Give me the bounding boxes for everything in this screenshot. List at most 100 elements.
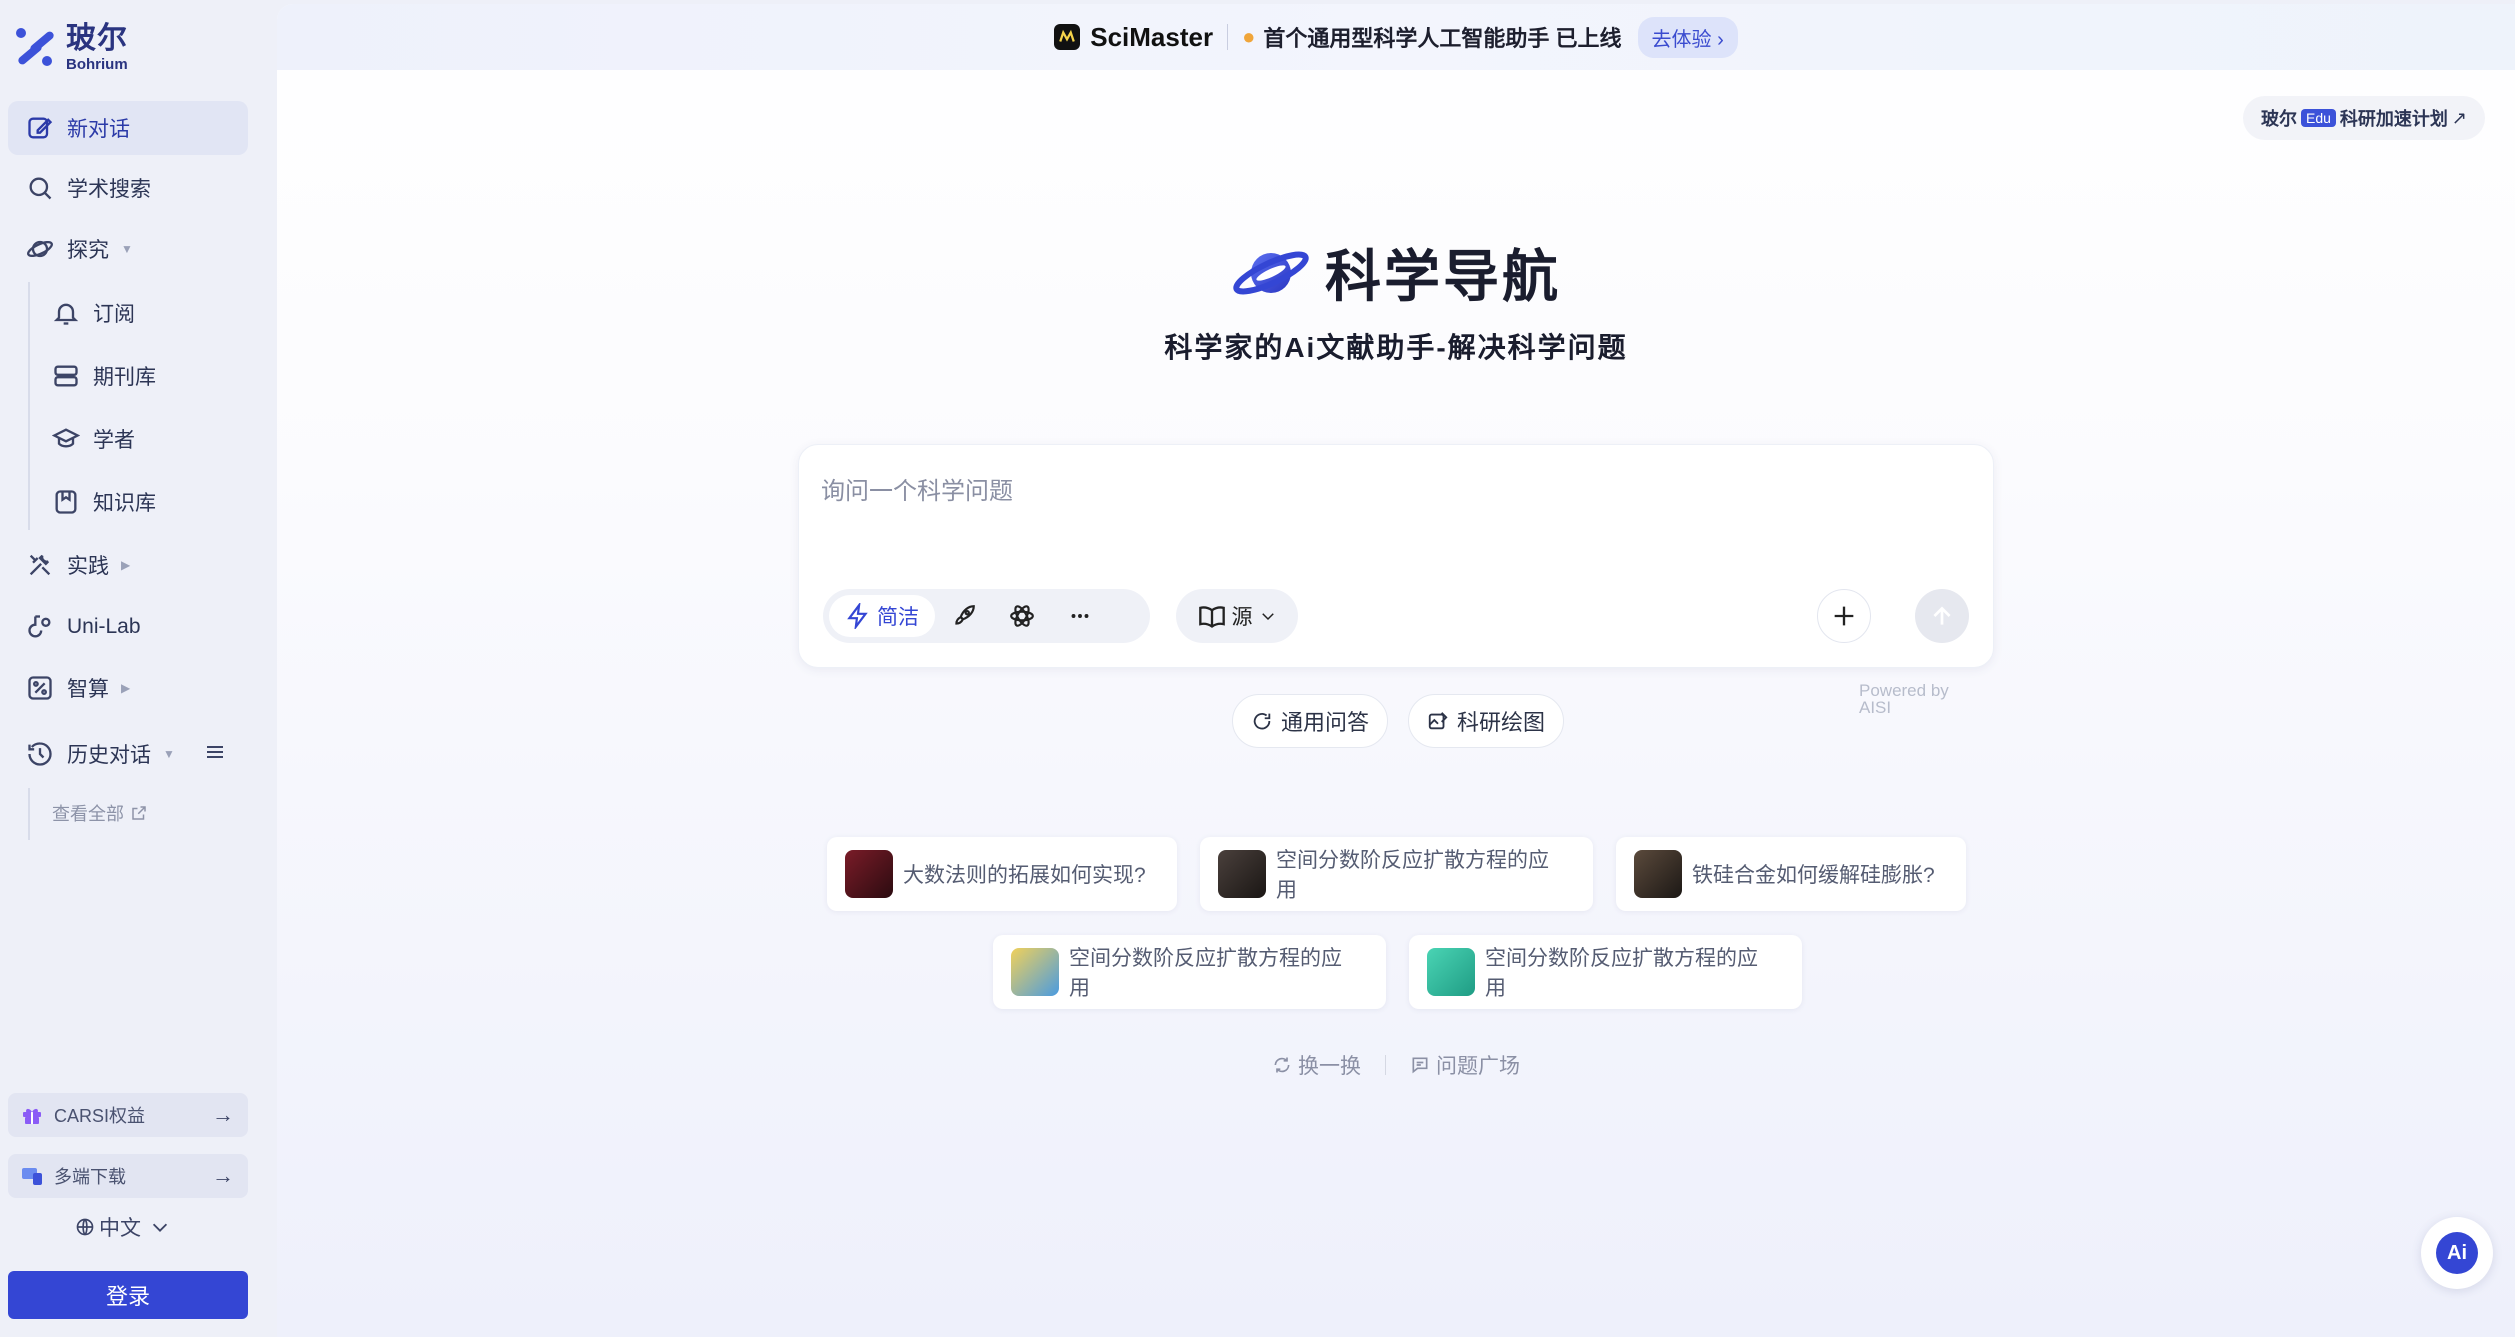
arrow-up-right-icon: ↗ [2451,107,2467,128]
sidebar-item-label: 新对话 [67,118,130,141]
sidebar-item-knowledge-base[interactable]: 知识库 [34,475,248,529]
edu-program-link[interactable]: 玻尔 Edu 科研加速计划 ↗ [2242,96,2485,140]
hero-title-text: 科学导航 [1325,245,1561,308]
hero-title: 科学导航 [277,232,2515,313]
powered-by-label: Powered by AISI [1859,681,1949,717]
suggested-question-card[interactable]: 空间分数阶反应扩散方程的应用 [1200,837,1593,911]
send-button[interactable] [1915,589,1969,643]
bell-icon [53,303,79,325]
language-selector[interactable]: 中文 [75,1212,171,1242]
question-thumbnail [1634,850,1682,898]
bohrium-logo-icon [14,24,58,72]
tools-icon [29,554,51,576]
sidebar-item-label: Uni-Lab [67,615,141,638]
divider [1385,1055,1386,1075]
mode-selector: 简洁 [823,589,1150,643]
suggested-question-card[interactable]: 空间分数阶反应扩散方程的应用 [993,935,1386,1009]
question-thumbnail [1011,948,1059,996]
chip-research-drawing[interactable]: 科研绘图 [1408,694,1565,748]
sidebar-item-new-chat[interactable]: 新对话 [8,101,248,155]
arrow-right-icon: → [212,1163,234,1188]
ai-assistant-fab[interactable]: Ai [2421,1217,2493,1289]
view-all-link[interactable]: 查看全部 [52,800,148,826]
suggested-question-card[interactable]: 大数法则的拓展如何实现? [827,837,1177,911]
banner-text: 首个通用型科学人工智能助手 已上线 [1263,26,1622,51]
sidebar-item-compute[interactable]: 智算 ▶ [8,661,248,715]
image-edit-icon [1428,712,1448,730]
sidebar-item-label: 学者 [93,429,135,452]
ai-icon: Ai [2436,1232,2478,1274]
question-actions: 换一换 问题广场 [277,1050,2515,1080]
chevron-down-icon [152,1223,168,1232]
sidebar: 玻尔 Bohrium 新对话 学术搜索 探究 ▼ 订阅 期刊库 学者 知识库 实… [0,0,277,1337]
carsi-benefits-button[interactable]: CARSI权益 → [8,1093,248,1137]
chevron-right-icon: ▶ [121,558,131,572]
stack-icon [54,365,78,387]
sidebar-item-label: 学术搜索 [67,178,151,201]
chip-general-qa[interactable]: 通用问答 [1232,694,1389,748]
scimaster-logo-icon [1054,24,1081,50]
suggested-question-card[interactable]: 空间分数阶反应扩散方程的应用 [1409,935,1802,1009]
book-icon [55,490,77,514]
sidebar-item-practice[interactable]: 实践 ▶ [8,538,248,592]
globe-icon [76,1218,94,1236]
suggested-question-card[interactable]: 铁硅合金如何缓解硅膨胀? [1616,837,1966,911]
lightning-icon [847,603,868,629]
refresh-questions-button[interactable]: 换一换 [1272,1050,1361,1080]
sidebar-item-unilab[interactable]: Uni-Lab [8,600,248,654]
more-options-button[interactable] [1051,595,1109,637]
login-button[interactable]: 登录 [8,1271,248,1319]
ellipsis-icon [1071,614,1089,618]
sidebar-item-label: 历史对话 [67,744,151,767]
question-input[interactable] [821,471,1971,551]
refresh-chat-icon [1253,712,1271,730]
mode-deep-button[interactable] [935,595,993,637]
arrow-right-icon: → [212,1102,234,1127]
atom-icon [1010,605,1034,627]
sidebar-item-label: 探究 [67,239,109,262]
rocket-icon [955,605,975,625]
plus-icon [1834,606,1854,626]
banner-try-button[interactable]: 去体验 › [1637,16,1738,58]
edu-badge: Edu [2300,109,2336,127]
source-selector[interactable]: 源 [1176,589,1298,643]
search-icon [29,177,52,200]
sidebar-item-label: 智算 [67,678,109,701]
sidebar-item-label: 订阅 [93,303,135,326]
chevron-down-icon: ▼ [121,242,133,256]
question-thumbnail [1218,850,1266,898]
question-thumbnail [1427,948,1475,996]
mode-research-button[interactable] [993,595,1051,637]
tree-line [28,282,30,530]
sidebar-item-subscribe[interactable]: 订阅 [34,286,248,340]
question-square-link[interactable]: 问题广场 [1410,1050,1520,1080]
history-icon [28,742,52,766]
sidebar-item-journals[interactable]: 期刊库 [34,349,248,403]
sidebar-item-academic-search[interactable]: 学术搜索 [8,161,248,215]
add-attachment-button[interactable] [1817,589,1871,643]
sidebar-item-explore[interactable]: 探究 ▼ [8,222,248,276]
main-panel: SciMaster ● 首个通用型科学人工智能助手 已上线 去体验 › 玻尔 E… [277,4,2515,1337]
mode-concise-button[interactable]: 简洁 [829,595,935,637]
sidebar-item-label: 期刊库 [93,366,156,389]
menu-icon[interactable] [205,742,225,762]
announcement-banner[interactable]: SciMaster ● 首个通用型科学人工智能助手 已上线 去体验 › [277,4,2515,70]
sidebar-item-label: 知识库 [93,492,156,515]
sidebar-item-scholars[interactable]: 学者 [34,412,248,466]
external-link-icon [132,806,146,820]
gift-icon [23,1108,41,1124]
graduation-cap-icon [52,428,80,448]
brand-logo[interactable]: 玻尔 Bohrium [14,24,128,72]
brand-name-en: Bohrium [66,56,128,73]
chevron-down-icon [1261,613,1274,621]
banner-divider [1227,24,1229,50]
percent-icon [28,676,52,700]
book-open-icon [1198,606,1225,628]
chevron-down-icon: ▼ [163,747,175,761]
edit-icon [28,117,53,139]
devices-icon [22,1168,42,1185]
multi-device-download-button[interactable]: 多端下载 → [8,1154,248,1198]
comment-icon [1412,1057,1428,1074]
planet-icon [27,240,53,258]
hero-subtitle: 科学家的Ai文献助手-解决科学问题 [1164,332,1628,363]
